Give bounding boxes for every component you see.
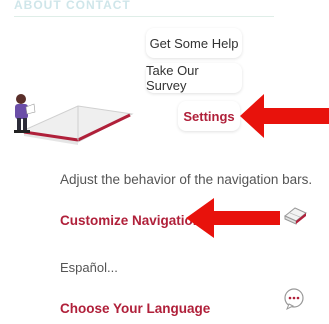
faded-header-text: ABOUT CONTACT — [14, 0, 274, 17]
navigation-description: Adjust the behavior of the navigation ba… — [60, 172, 313, 187]
annotation-arrow-navigation — [186, 198, 280, 238]
book-icon — [284, 207, 307, 225]
settings-button[interactable]: Settings — [178, 101, 240, 131]
chat-bubble-icon — [284, 288, 304, 311]
current-language-value: Español... — [60, 260, 118, 275]
choose-language-link[interactable]: Choose Your Language — [60, 301, 210, 316]
annotation-arrow-settings — [240, 94, 329, 138]
reading-person-illustration — [14, 94, 134, 145]
customize-navigation-link[interactable]: Customize Navigation — [60, 213, 201, 228]
get-help-button[interactable]: Get Some Help — [146, 28, 242, 58]
take-survey-button[interactable]: Take Our Survey — [146, 63, 242, 93]
